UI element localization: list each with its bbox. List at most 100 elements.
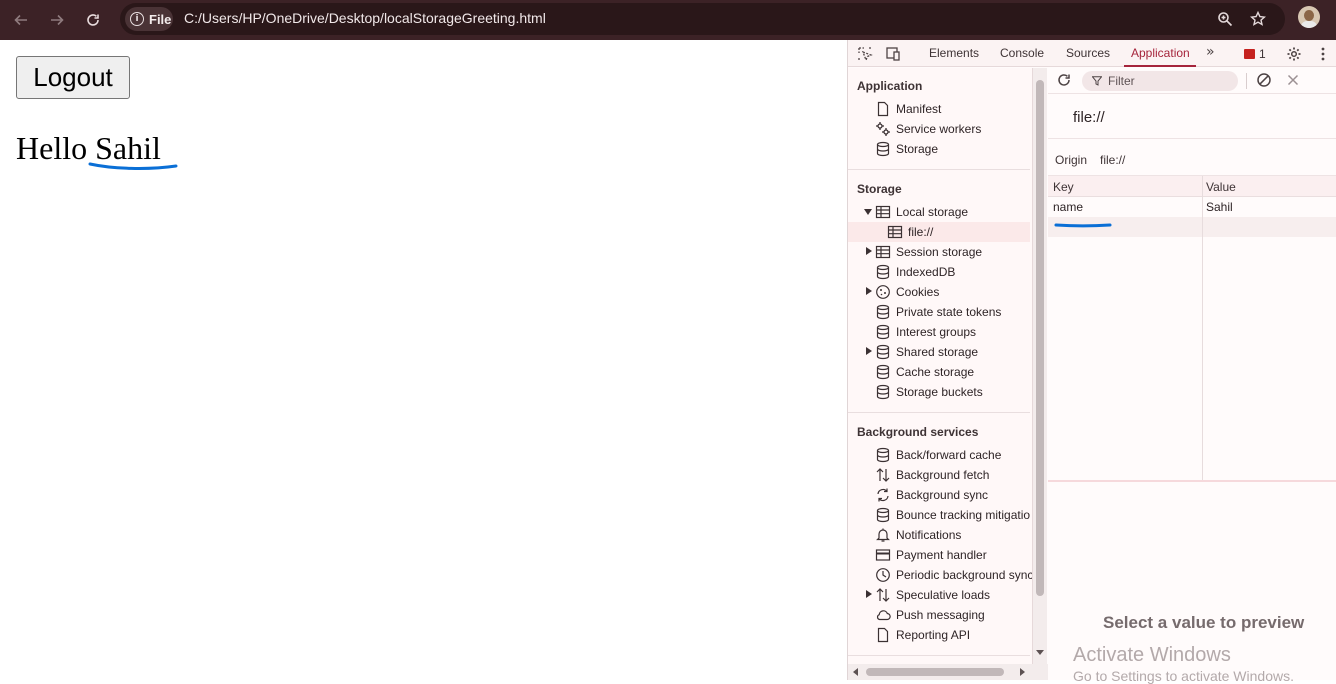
address-bar[interactable]: i File C:/Users/HP/OneDrive/Desktop/loca… <box>120 3 1285 35</box>
forward-button[interactable] <box>44 7 70 33</box>
clock-icon <box>875 567 891 583</box>
sidebar-item-label: Payment handler <box>896 548 987 562</box>
database-icon <box>875 264 891 280</box>
section-divider <box>848 655 1030 656</box>
preview-placeholder: Select a value to preview <box>1103 613 1305 632</box>
sidebar-item-storage-overview[interactable]: Storage <box>848 139 1030 159</box>
sidebar-item-label: Local storage <box>896 205 969 219</box>
avatar-shirt <box>1301 21 1317 28</box>
sidebar-item-label: Reporting API <box>896 628 971 642</box>
filter-field[interactable] <box>1082 71 1238 91</box>
clear-all-button[interactable] <box>1256 72 1273 89</box>
sidebar-item-indexeddb[interactable]: IndexedDB <box>848 262 1030 282</box>
column-header-key[interactable]: Key <box>1053 180 1074 194</box>
column-header-value[interactable]: Value <box>1206 180 1236 194</box>
sidebar-item-payment-handler[interactable]: Payment handler <box>848 545 1030 565</box>
sidebar-item-label: Speculative loads <box>896 588 991 602</box>
devtools-tabbar: Elements Console Sources Application » 1 <box>848 40 1336 67</box>
refresh-button[interactable] <box>1056 72 1074 90</box>
cell-value[interactable]: Sahil <box>1206 200 1233 214</box>
back-button[interactable] <box>8 7 34 33</box>
sidebar-item-label: Periodic background sync <box>896 568 1033 582</box>
sidebar-item-reporting-api[interactable]: Reporting API <box>848 625 1030 645</box>
inspect-element-button[interactable] <box>856 45 874 63</box>
sidebar-item-push-messaging[interactable]: Push messaging <box>848 605 1030 625</box>
more-tabs-chevron-icon[interactable]: » <box>1206 44 1215 60</box>
bookmark-button[interactable] <box>1248 9 1268 29</box>
sidebar-item-speculative-loads[interactable]: Speculative loads <box>848 585 1030 605</box>
profile-avatar[interactable] <box>1298 6 1320 28</box>
logout-button[interactable]: Logout <box>16 56 130 99</box>
tab-application[interactable]: Application <box>1131 46 1190 60</box>
sidebar-item-label: Bounce tracking mitigatio <box>896 508 1031 522</box>
table-row[interactable]: name Sahil <box>1048 197 1336 217</box>
sidebar-item-interest-groups[interactable]: Interest groups <box>848 322 1030 342</box>
sidebar-item-session-storage[interactable]: Session storage <box>848 242 1030 262</box>
toolbar-divider <box>1246 73 1247 89</box>
sidebar-item-cache-storage[interactable]: Cache storage <box>848 362 1030 382</box>
section-storage-title: Storage <box>857 182 902 196</box>
section-divider <box>848 412 1030 413</box>
sidebar-item-service-workers[interactable]: Service workers <box>848 119 1030 139</box>
devtools-menu-button[interactable] <box>1314 45 1332 63</box>
site-info-chip[interactable]: i File <box>125 7 173 31</box>
sidebar-item-bounce-tracking[interactable]: Bounce tracking mitigatio <box>848 505 1030 525</box>
tab-console[interactable]: Console <box>1000 46 1044 60</box>
sidebar-item-cookies[interactable]: Cookies <box>848 282 1030 302</box>
arrow-right-icon <box>51 14 64 26</box>
sidebar-item-storage-buckets[interactable]: Storage buckets <box>848 382 1030 402</box>
issue-flag-icon <box>1244 49 1255 59</box>
reload-icon <box>87 14 99 26</box>
origin-heading: file:// <box>1073 109 1105 126</box>
greeting-prefix: Hello <box>16 130 88 166</box>
scrollbar-thumb[interactable] <box>1036 80 1044 596</box>
sidebar-item-background-sync[interactable]: Background sync <box>848 485 1030 505</box>
cell-key[interactable]: name <box>1053 200 1083 214</box>
sidebar-item-local-storage[interactable]: Local storage <box>848 202 1030 222</box>
url-text[interactable]: C:/Users/HP/OneDrive/Desktop/localStorag… <box>184 10 546 26</box>
table-icon <box>875 204 891 220</box>
sidebar-item-label: file:// <box>908 225 934 239</box>
sidebar-item-background-fetch[interactable]: Background fetch <box>848 465 1030 485</box>
sidebar-item-notifications[interactable]: Notifications <box>848 525 1030 545</box>
sidebar-item-label: Service workers <box>896 122 982 136</box>
sidebar-horizontal-scrollbar[interactable] <box>848 664 1048 680</box>
zoom-button[interactable] <box>1215 9 1235 29</box>
tab-sources[interactable]: Sources <box>1066 46 1110 60</box>
expand-arrow-icon[interactable] <box>866 347 872 355</box>
scrollbar-thumb[interactable] <box>866 668 1004 676</box>
gears-icon <box>875 121 891 137</box>
scroll-right-arrow-icon[interactable] <box>1020 668 1025 676</box>
document-icon <box>875 101 891 117</box>
sidebar-item-manifest[interactable]: Manifest <box>848 99 1030 119</box>
database-icon <box>875 507 891 523</box>
cloud-icon <box>875 607 891 623</box>
sidebar-item-label: Storage buckets <box>896 385 983 399</box>
sidebar-item-private-state-tokens[interactable]: Private state tokens <box>848 302 1030 322</box>
database-icon <box>875 384 891 400</box>
sidebar-vertical-scrollbar[interactable] <box>1033 68 1047 664</box>
issues-badge[interactable]: 1 <box>1244 47 1266 61</box>
scroll-down-arrow-icon[interactable] <box>1036 650 1044 655</box>
sidebar-item-label: Shared storage <box>896 345 979 359</box>
settings-button[interactable] <box>1285 45 1303 63</box>
filter-input[interactable] <box>1108 74 1228 88</box>
sidebar-item-local-storage-file[interactable]: file:// <box>848 222 1030 242</box>
tab-elements[interactable]: Elements <box>929 46 979 60</box>
sidebar-item-back-forward-cache[interactable]: Back/forward cache <box>848 445 1030 465</box>
expand-arrow-icon[interactable] <box>864 209 872 215</box>
sidebar-item-shared-storage[interactable]: Shared storage <box>848 342 1030 362</box>
expand-arrow-icon[interactable] <box>866 287 872 295</box>
sidebar-item-periodic-background-sync[interactable]: Periodic background sync <box>848 565 1033 585</box>
device-toolbar-button[interactable] <box>884 45 902 63</box>
database-icon <box>875 447 891 463</box>
reload-button[interactable] <box>80 7 106 33</box>
expand-arrow-icon[interactable] <box>866 247 872 255</box>
expand-arrow-icon[interactable] <box>866 590 872 598</box>
avatar-face <box>1304 10 1314 21</box>
column-divider[interactable] <box>1202 176 1203 480</box>
delete-selected-button[interactable] <box>1285 72 1301 88</box>
scroll-left-arrow-icon[interactable] <box>853 668 858 676</box>
credit-card-icon <box>875 547 891 563</box>
info-icon: i <box>130 12 144 26</box>
